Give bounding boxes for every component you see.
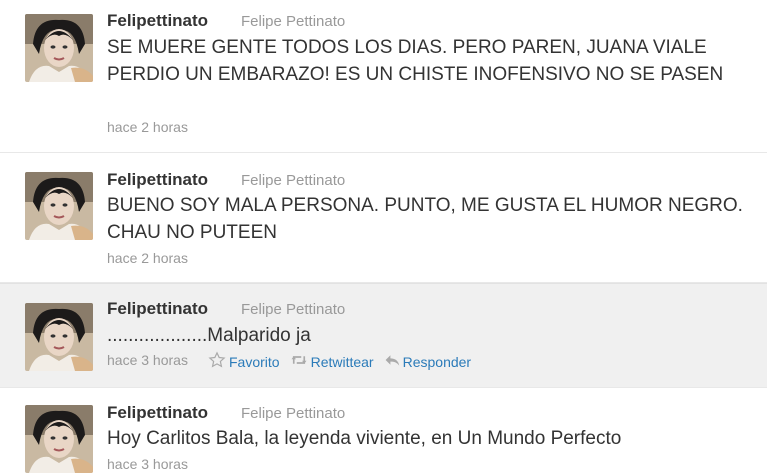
retweet-action[interactable]: Retwittear [290, 353, 374, 370]
tweet-item: Felipettinato Felipe Pettinato Hoy Carli… [0, 388, 767, 473]
reply-action[interactable]: Responder [384, 353, 472, 370]
tweet-text: Hoy Carlitos Bala, la leyenda viviente, … [107, 428, 622, 449]
timestamp[interactable]: hace 2 horas [107, 119, 188, 135]
favorite-action[interactable]: Favorito [208, 351, 280, 372]
avatar[interactable] [25, 14, 93, 82]
avatar[interactable] [25, 405, 93, 473]
full-name: Felipe Pettinato [241, 405, 346, 422]
tweet-actions: Favorito Retwittear Responder [208, 351, 481, 372]
full-name: Felipe Pettinato [241, 301, 346, 318]
timestamp[interactable]: hace 3 horas [107, 352, 188, 368]
timestamp[interactable]: hace 2 horas [107, 250, 188, 266]
username[interactable]: Felipettinato [107, 11, 208, 31]
avatar[interactable] [25, 303, 93, 371]
retweet-label[interactable]: Retwittear [311, 354, 374, 370]
tweet-text: SE MUERE GENTE TODOS LOS DIAS. PERO PARE… [107, 37, 724, 85]
favorite-label[interactable]: Favorito [229, 354, 280, 370]
tweet-text: ...................Malparido ja [107, 325, 311, 346]
username[interactable]: Felipettinato [107, 299, 208, 319]
tweet-text: BUENO SOY MALA PERSONA. PUNTO, ME GUSTA … [107, 195, 743, 243]
full-name: Felipe Pettinato [241, 13, 346, 30]
reply-label[interactable]: Responder [403, 354, 472, 370]
tweet-item: Felipettinato Felipe Pettinato .........… [0, 283, 767, 388]
username[interactable]: Felipettinato [107, 403, 208, 423]
tweet-item: Felipettinato Felipe Pettinato SE MUERE … [0, 0, 767, 153]
tweet-item: Felipettinato Felipe Pettinato BUENO SOY… [0, 153, 767, 283]
retweet-icon [290, 353, 308, 370]
reply-icon [384, 353, 400, 370]
username[interactable]: Felipettinato [107, 170, 208, 190]
avatar[interactable] [25, 172, 93, 240]
star-icon [208, 351, 226, 372]
full-name: Felipe Pettinato [241, 172, 346, 189]
